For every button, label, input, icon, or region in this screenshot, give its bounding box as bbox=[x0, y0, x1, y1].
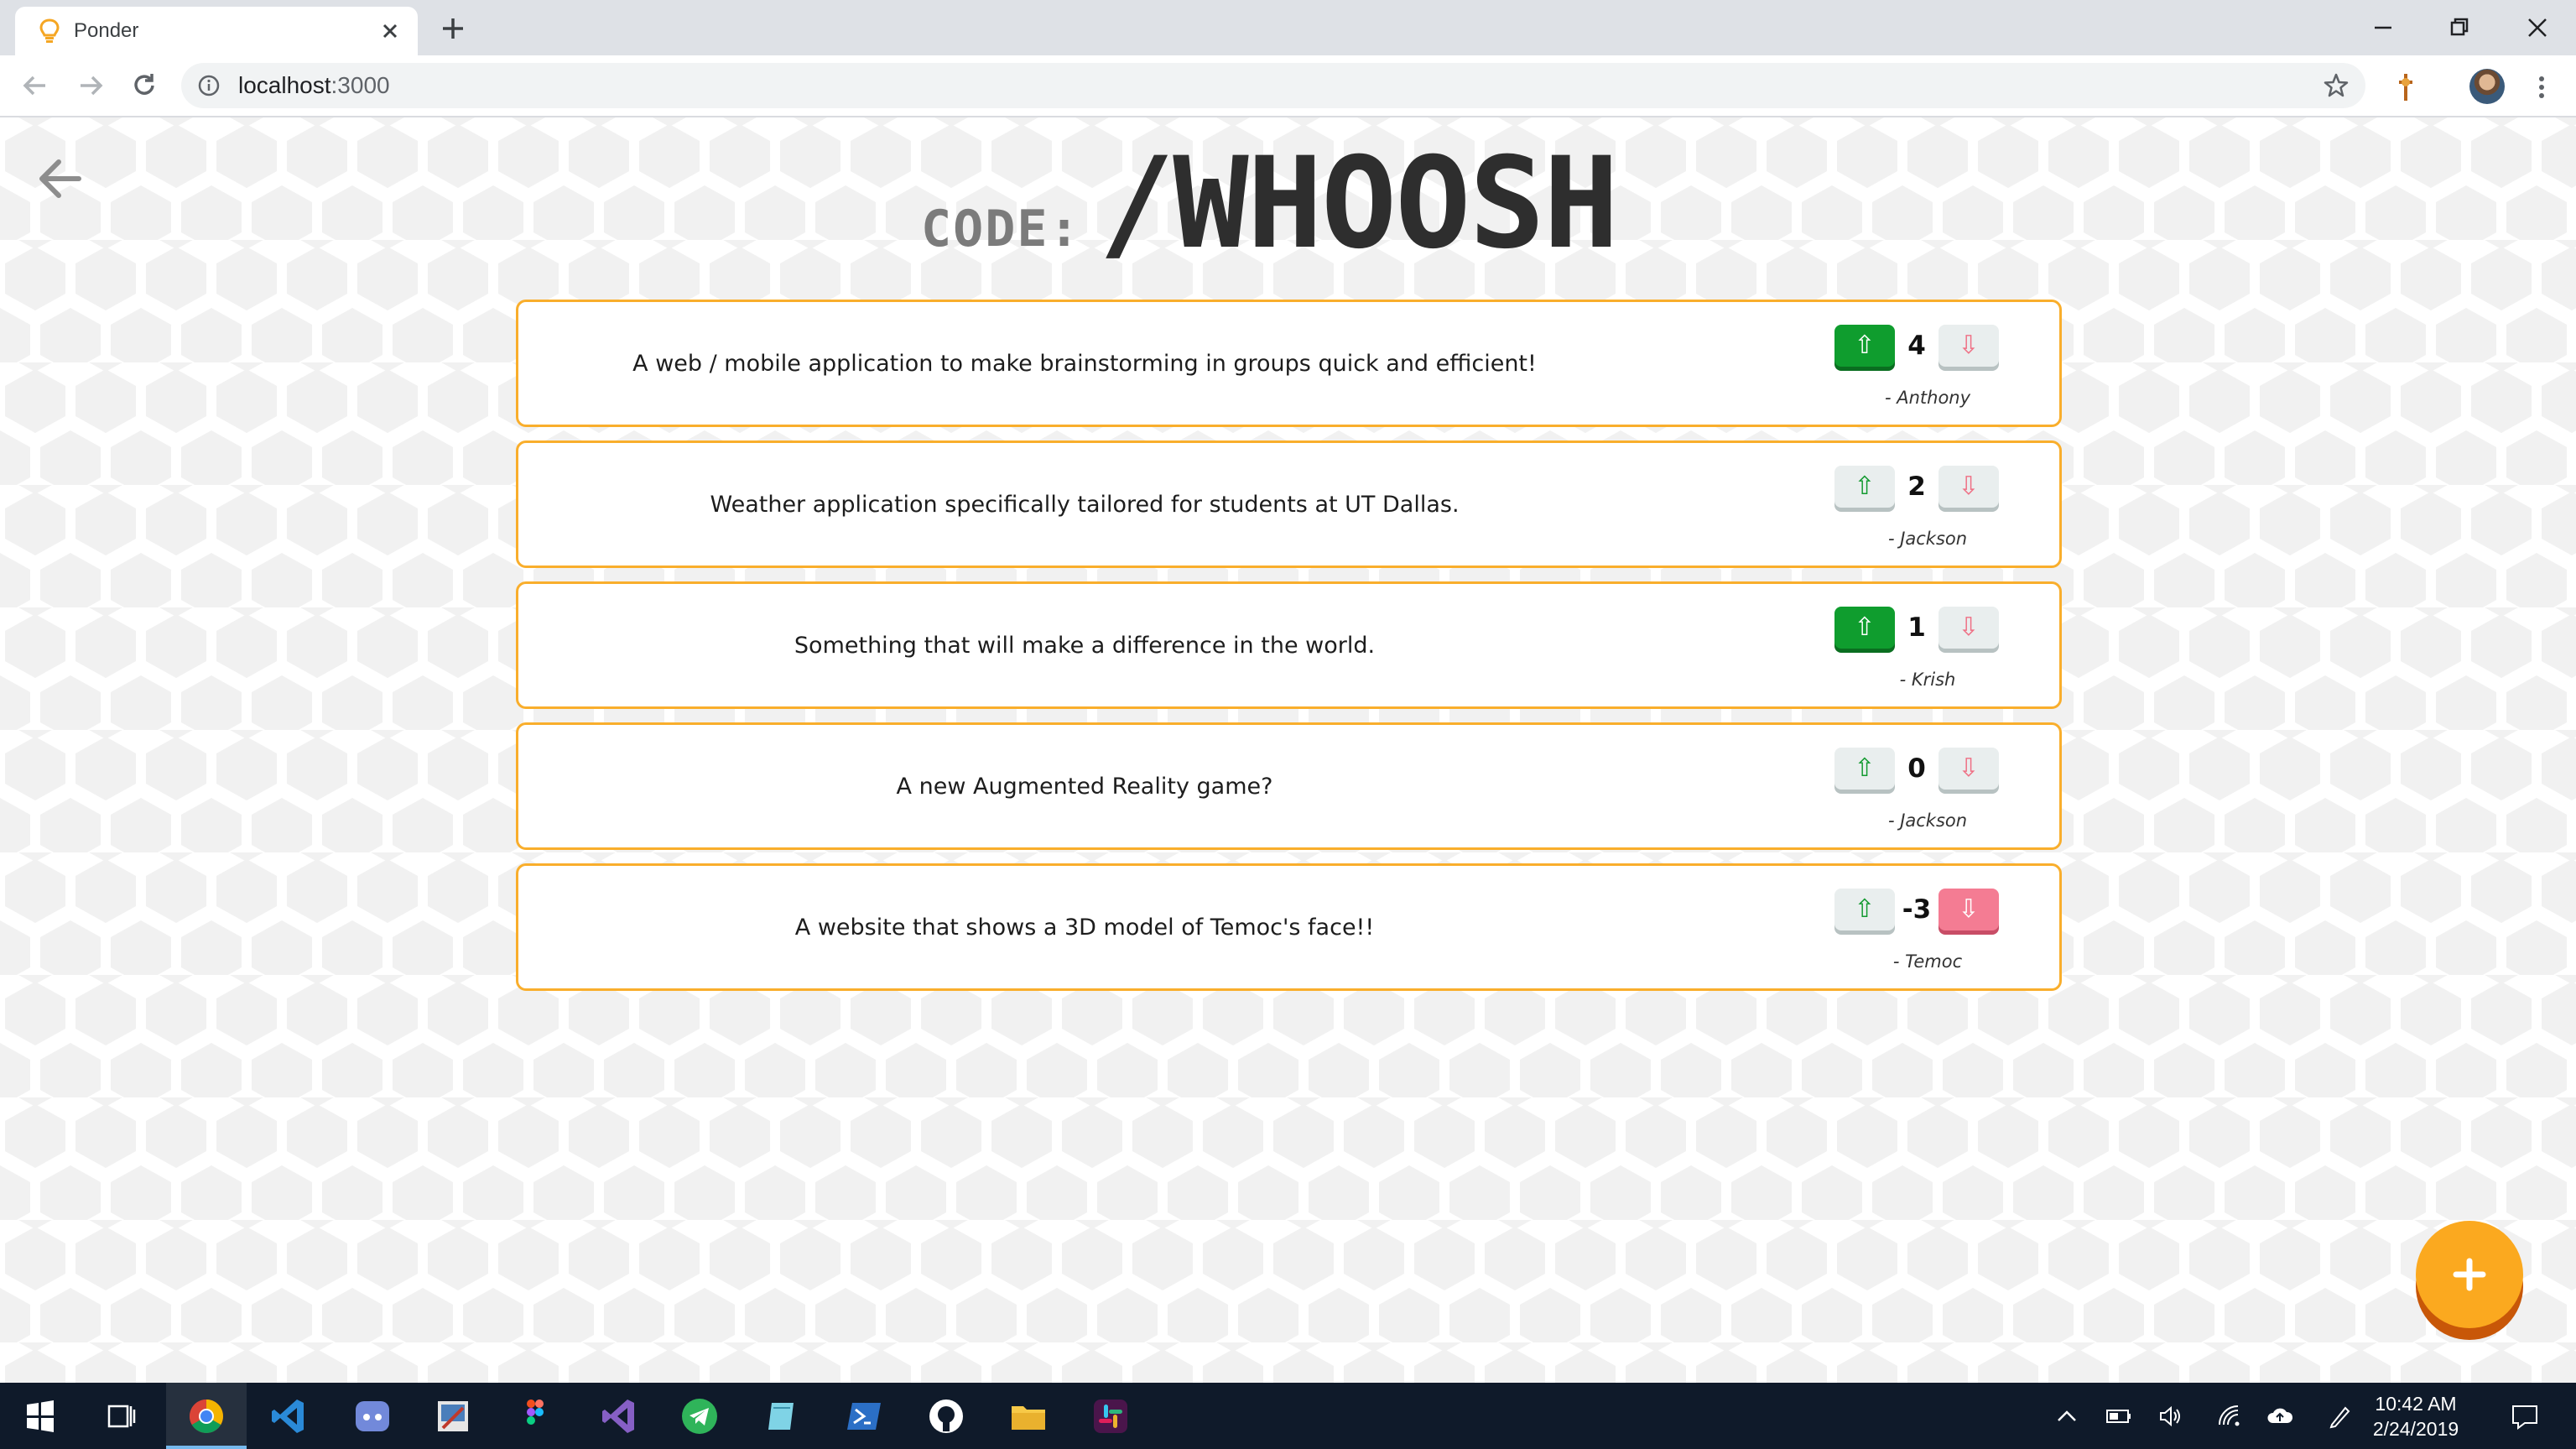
idea-author: - Krish bbox=[1899, 670, 1956, 690]
idea-author: - Jackson bbox=[1887, 811, 1968, 831]
idea-author: - Temoc bbox=[1892, 951, 1963, 972]
clock-time: 10:42 AM bbox=[2375, 1393, 2457, 1415]
idea-author: - Anthony bbox=[1884, 388, 1971, 408]
vote-score: 0 bbox=[1907, 753, 1926, 784]
room-code-label: CODE: bbox=[921, 200, 1081, 258]
windows-taskbar: 10:42 AM 2/24/2019 bbox=[0, 1383, 2576, 1449]
idea-card: A web / mobile application to make brain… bbox=[516, 300, 2062, 427]
url-text: localhost:3000 bbox=[238, 70, 390, 102]
extension-icon[interactable] bbox=[2389, 70, 2422, 104]
downvote-button[interactable]: ⇩ bbox=[1939, 607, 1999, 649]
back-nav-icon[interactable] bbox=[18, 69, 52, 102]
back-arrow-icon[interactable] bbox=[34, 153, 86, 205]
vote-score: 2 bbox=[1907, 472, 1926, 502]
tab-title: Ponder bbox=[74, 19, 139, 42]
vote-score: 1 bbox=[1907, 612, 1926, 643]
new-tab-icon[interactable] bbox=[436, 12, 470, 45]
vscode-icon[interactable] bbox=[267, 1394, 310, 1438]
visual-studio-icon[interactable] bbox=[597, 1394, 641, 1438]
idea-card: Weather application specifically tailore… bbox=[516, 440, 2062, 568]
profile-avatar[interactable] bbox=[2469, 69, 2505, 104]
idea-card: A new Augmented Reality game? ⇧ 0 ⇩ - Ja… bbox=[516, 722, 2062, 850]
vote-controls: ⇧ 1 ⇩ bbox=[1823, 607, 2024, 652]
browser-tab[interactable]: Ponder bbox=[15, 7, 418, 55]
page-content: CODE: /WHOOSH A web / mobile application… bbox=[0, 117, 2576, 1383]
close-tab-icon[interactable] bbox=[377, 18, 403, 44]
idea-author: - Jackson bbox=[1887, 529, 1968, 549]
chrome-icon[interactable] bbox=[185, 1394, 228, 1438]
idea-card: A website that shows a 3D model of Temoc… bbox=[516, 863, 2062, 991]
vote-score: 4 bbox=[1907, 331, 1926, 361]
add-idea-button[interactable] bbox=[2416, 1221, 2523, 1328]
downvote-button[interactable]: ⇩ bbox=[1939, 466, 1999, 508]
idea-card: Something that will make a difference in… bbox=[516, 581, 2062, 709]
powershell-icon[interactable] bbox=[842, 1394, 886, 1438]
vote-controls: ⇧ -3 ⇩ bbox=[1823, 889, 2024, 934]
url-port: :3000 bbox=[330, 72, 390, 98]
chevron-up-icon[interactable] bbox=[2052, 1401, 2082, 1431]
onedrive-upload-icon[interactable] bbox=[2265, 1401, 2295, 1431]
upvote-button[interactable]: ⇧ bbox=[1834, 466, 1895, 508]
downvote-button[interactable]: ⇩ bbox=[1939, 325, 1999, 367]
upvote-button[interactable]: ⇧ bbox=[1834, 607, 1895, 649]
idea-text: A new Augmented Reality game? bbox=[896, 773, 1273, 800]
volume-icon[interactable] bbox=[2156, 1401, 2186, 1431]
taskbar-clock[interactable]: 10:42 AM 2/24/2019 bbox=[2365, 1391, 2466, 1441]
info-icon[interactable] bbox=[196, 73, 221, 98]
lightbulb-favicon-icon bbox=[39, 18, 60, 43]
browser-menu-icon[interactable] bbox=[2527, 72, 2557, 102]
idea-text: Weather application specifically tailore… bbox=[710, 491, 1460, 518]
github-icon[interactable] bbox=[924, 1394, 968, 1438]
notepad-icon[interactable] bbox=[760, 1394, 804, 1438]
idea-text: A website that shows a 3D model of Temoc… bbox=[794, 914, 1375, 941]
idea-text: Something that will make a difference in… bbox=[794, 632, 1376, 659]
idea-list: A web / mobile application to make brain… bbox=[516, 300, 2062, 1004]
slack-icon[interactable] bbox=[1089, 1394, 1132, 1438]
upvote-button[interactable]: ⇧ bbox=[1834, 748, 1895, 790]
windows-start-icon[interactable] bbox=[18, 1394, 62, 1438]
plus-icon bbox=[2453, 1258, 2486, 1291]
url-host: localhost bbox=[238, 72, 331, 98]
browser-toolbar: localhost:3000 bbox=[0, 55, 2576, 117]
clock-date: 2/24/2019 bbox=[2372, 1418, 2459, 1440]
pen-workspace-icon[interactable] bbox=[2325, 1401, 2355, 1431]
paint-icon[interactable] bbox=[431, 1394, 475, 1438]
battery-icon[interactable] bbox=[2104, 1401, 2134, 1431]
figma-icon[interactable] bbox=[513, 1394, 557, 1438]
upvote-button[interactable]: ⇧ bbox=[1834, 325, 1895, 367]
idea-text: A web / mobile application to make brain… bbox=[632, 350, 1537, 377]
forward-nav-icon[interactable] bbox=[74, 69, 107, 102]
downvote-button[interactable]: ⇩ bbox=[1939, 748, 1999, 790]
wifi-icon[interactable] bbox=[2214, 1401, 2245, 1431]
bookmark-star-icon[interactable] bbox=[2322, 71, 2350, 100]
browser-tabstrip: Ponder bbox=[0, 0, 2576, 55]
room-code-value: /WHOOSH bbox=[1099, 131, 1619, 277]
discord-icon[interactable] bbox=[351, 1394, 394, 1438]
telegram-icon[interactable] bbox=[678, 1394, 721, 1438]
close-window-icon[interactable] bbox=[2518, 8, 2557, 47]
task-view-icon[interactable] bbox=[101, 1394, 144, 1438]
downvote-button[interactable]: ⇩ bbox=[1939, 889, 1999, 930]
address-bar[interactable]: localhost:3000 bbox=[181, 63, 2365, 108]
file-explorer-icon[interactable] bbox=[1007, 1394, 1050, 1438]
reload-icon[interactable] bbox=[127, 69, 161, 102]
upvote-button[interactable]: ⇧ bbox=[1834, 889, 1895, 930]
action-center-icon[interactable] bbox=[2508, 1399, 2542, 1433]
vote-controls: ⇧ 4 ⇩ bbox=[1823, 325, 2024, 370]
minimize-icon[interactable] bbox=[2364, 8, 2402, 47]
vote-controls: ⇧ 2 ⇩ bbox=[1823, 466, 2024, 511]
restore-icon[interactable] bbox=[2441, 8, 2480, 47]
vote-controls: ⇧ 0 ⇩ bbox=[1823, 748, 2024, 793]
vote-score: -3 bbox=[1902, 894, 1932, 925]
